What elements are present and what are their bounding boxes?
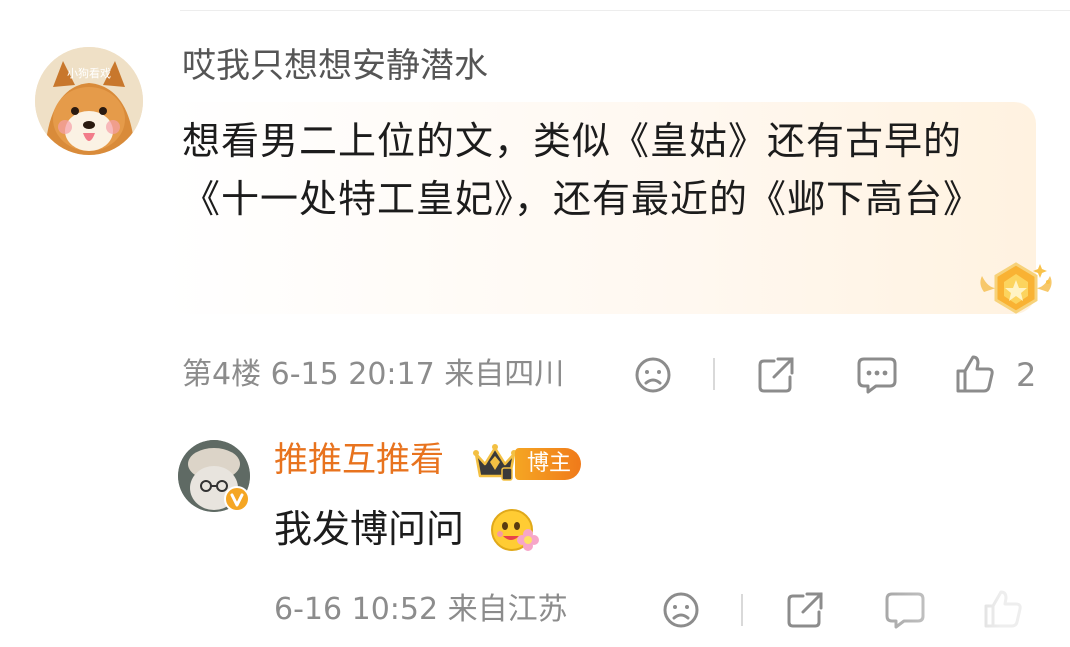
flower-emoji-icon — [491, 509, 539, 551]
watermark-fade — [840, 572, 1070, 647]
gold-medal-icon — [980, 262, 1052, 314]
verified-badge-icon — [224, 486, 250, 512]
share-icon[interactable] — [785, 590, 825, 630]
shiba-dog-avatar-icon: 小狗看戏 — [35, 47, 143, 155]
top-divider — [180, 10, 1070, 11]
blogger-username[interactable]: 推推互推看 — [274, 440, 444, 480]
like-count: 2 — [1016, 356, 1037, 394]
crown-icon — [473, 444, 517, 481]
reply-text: 我发博问问 — [274, 507, 465, 551]
comment-location: 来自四川 — [444, 357, 565, 392]
reply-location: 来自江苏 — [447, 592, 568, 627]
blogger-avatar[interactable] — [178, 440, 250, 512]
thumbs-up-icon[interactable] — [954, 353, 996, 395]
reply-meta: 6-16 10:52 来自江苏 — [274, 592, 568, 628]
frown-face-icon[interactable] — [633, 355, 673, 395]
reply-time: 6-16 10:52 — [274, 592, 439, 627]
floor-number: 第4楼 — [182, 357, 262, 392]
avatar-caption: 小狗看戏 — [67, 66, 111, 80]
comment-meta: 第4楼 6-15 20:17 来自四川 — [182, 357, 564, 393]
action-separator — [713, 358, 715, 390]
comment-icon[interactable] — [856, 355, 898, 395]
comment-time: 6-15 20:17 — [270, 357, 435, 392]
blogger-badge: 博主 — [515, 448, 582, 480]
avatar[interactable]: 小狗看戏 — [35, 47, 143, 155]
comment-username[interactable]: 哎我只想想安静潜水 — [182, 46, 488, 86]
share-icon[interactable] — [756, 355, 796, 395]
comment-text: 想看男二上位的文，类似《皇姑》还有古早的《十一处特工皇妃》，还有最近的《邺下高台… — [182, 119, 983, 221]
frown-face-icon[interactable] — [661, 590, 701, 630]
action-separator — [741, 594, 743, 626]
